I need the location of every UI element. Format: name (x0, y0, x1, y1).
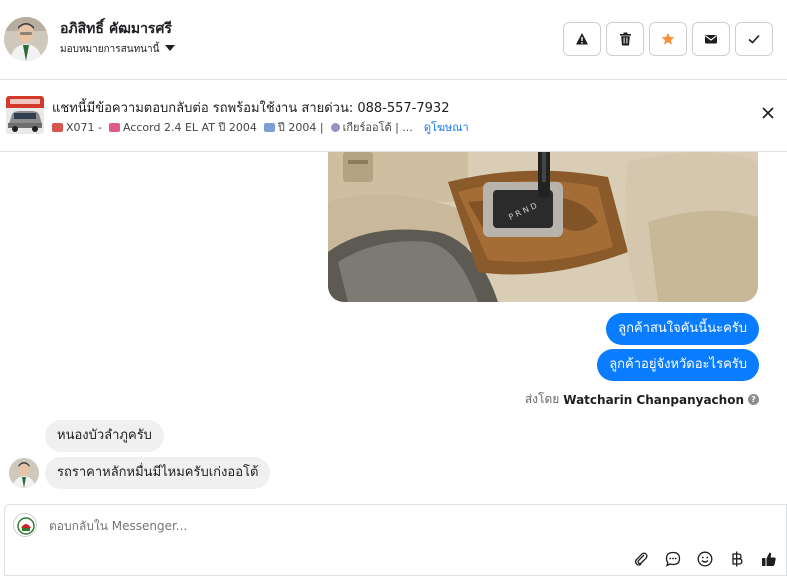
assign-conversation-dropdown[interactable]: มอบหมายการสนทนานี้ (60, 42, 176, 57)
mark-unread-button[interactable] (692, 22, 730, 56)
incoming-message[interactable]: รถราคาหลักหมื่นมีไหมครับเก่งออโต้ (45, 457, 271, 489)
car-model: Accord 2.4 EL AT ปี 2004 (123, 121, 257, 134)
sender-name: Watcharin Chanpanyachon (563, 392, 744, 407)
caret-down-icon (165, 45, 176, 51)
listing-id: X071 - (66, 120, 102, 134)
star-icon (661, 32, 675, 45)
quick-reply-button[interactable] (663, 549, 683, 569)
contact-avatar-small[interactable] (9, 458, 39, 488)
sent-by-label: ส่งโดย Watcharin Chanpanyachon ? (525, 390, 759, 409)
report-spam-button[interactable] (563, 22, 601, 56)
car-interior-photo[interactable]: P R N D (328, 152, 758, 302)
quick-reply-icon (665, 551, 681, 567)
reply-input[interactable] (49, 519, 549, 533)
banner-details: X071 - Accord 2.4 EL AT ปี 2004 ปี 2004 … (52, 118, 469, 136)
thumbs-up-icon (762, 552, 776, 566)
calendar-icon (263, 122, 275, 132)
car-icon (109, 122, 120, 132)
assign-label: มอบหมายการสนทนานี้ (60, 44, 160, 55)
baht-icon (732, 551, 743, 567)
contact-avatar[interactable] (4, 17, 48, 61)
banner-title: แชทนี้มีข้อความตอบกลับต่อ รถพร้อมใช้งาน … (52, 101, 450, 116)
star-button[interactable] (649, 22, 687, 56)
payment-button[interactable] (727, 549, 747, 569)
car-icon (52, 122, 63, 132)
close-icon (762, 107, 774, 119)
message-thread[interactable]: P R N D ลูกค้าสนใจคันนี้นะครับ ลูกค้าอยู… (0, 152, 787, 504)
close-banner-button[interactable] (759, 104, 777, 122)
warning-icon (576, 33, 588, 45)
check-icon (748, 34, 760, 44)
car-year: ปี 2004 | (277, 121, 324, 134)
reply-composer (4, 504, 787, 576)
outgoing-message[interactable]: ลูกค้าสนใจคันนี้นะครับ (606, 313, 759, 345)
conversation-header: อภิสิทธิ์ คัฒมารศรี มอบหมายการสนทนานี้ (0, 0, 787, 80)
help-icon[interactable]: ? (748, 394, 759, 405)
page-logo (13, 513, 37, 537)
mark-done-button[interactable] (735, 22, 773, 56)
paperclip-icon (634, 552, 648, 566)
incoming-message[interactable]: หนองบัวลำภูครับ (45, 420, 164, 452)
contact-name: อภิสิทธิ์ คัฒมารศรี (60, 21, 172, 37)
like-button[interactable] (759, 549, 779, 569)
outgoing-message[interactable]: ลูกค้าอยู่จังหวัดอะไรครับ (597, 349, 759, 381)
gear-icon (330, 122, 340, 132)
attach-button[interactable] (631, 549, 651, 569)
emoji-icon (697, 551, 713, 567)
car-thumbnail[interactable] (6, 96, 44, 134)
trash-icon (619, 32, 631, 46)
ad-context-banner: แชทนี้มีข้อความตอบกลับต่อ รถพร้อมใช้งาน … (0, 80, 787, 152)
sent-by-prefix: ส่งโดย (524, 392, 560, 406)
emoji-button[interactable] (695, 549, 715, 569)
delete-button[interactable] (606, 22, 644, 56)
view-ad-link[interactable]: ดูโฆษณา (424, 118, 469, 136)
envelope-icon (705, 35, 717, 44)
car-gear: เกียร์ออโต้ | ... (342, 121, 413, 134)
